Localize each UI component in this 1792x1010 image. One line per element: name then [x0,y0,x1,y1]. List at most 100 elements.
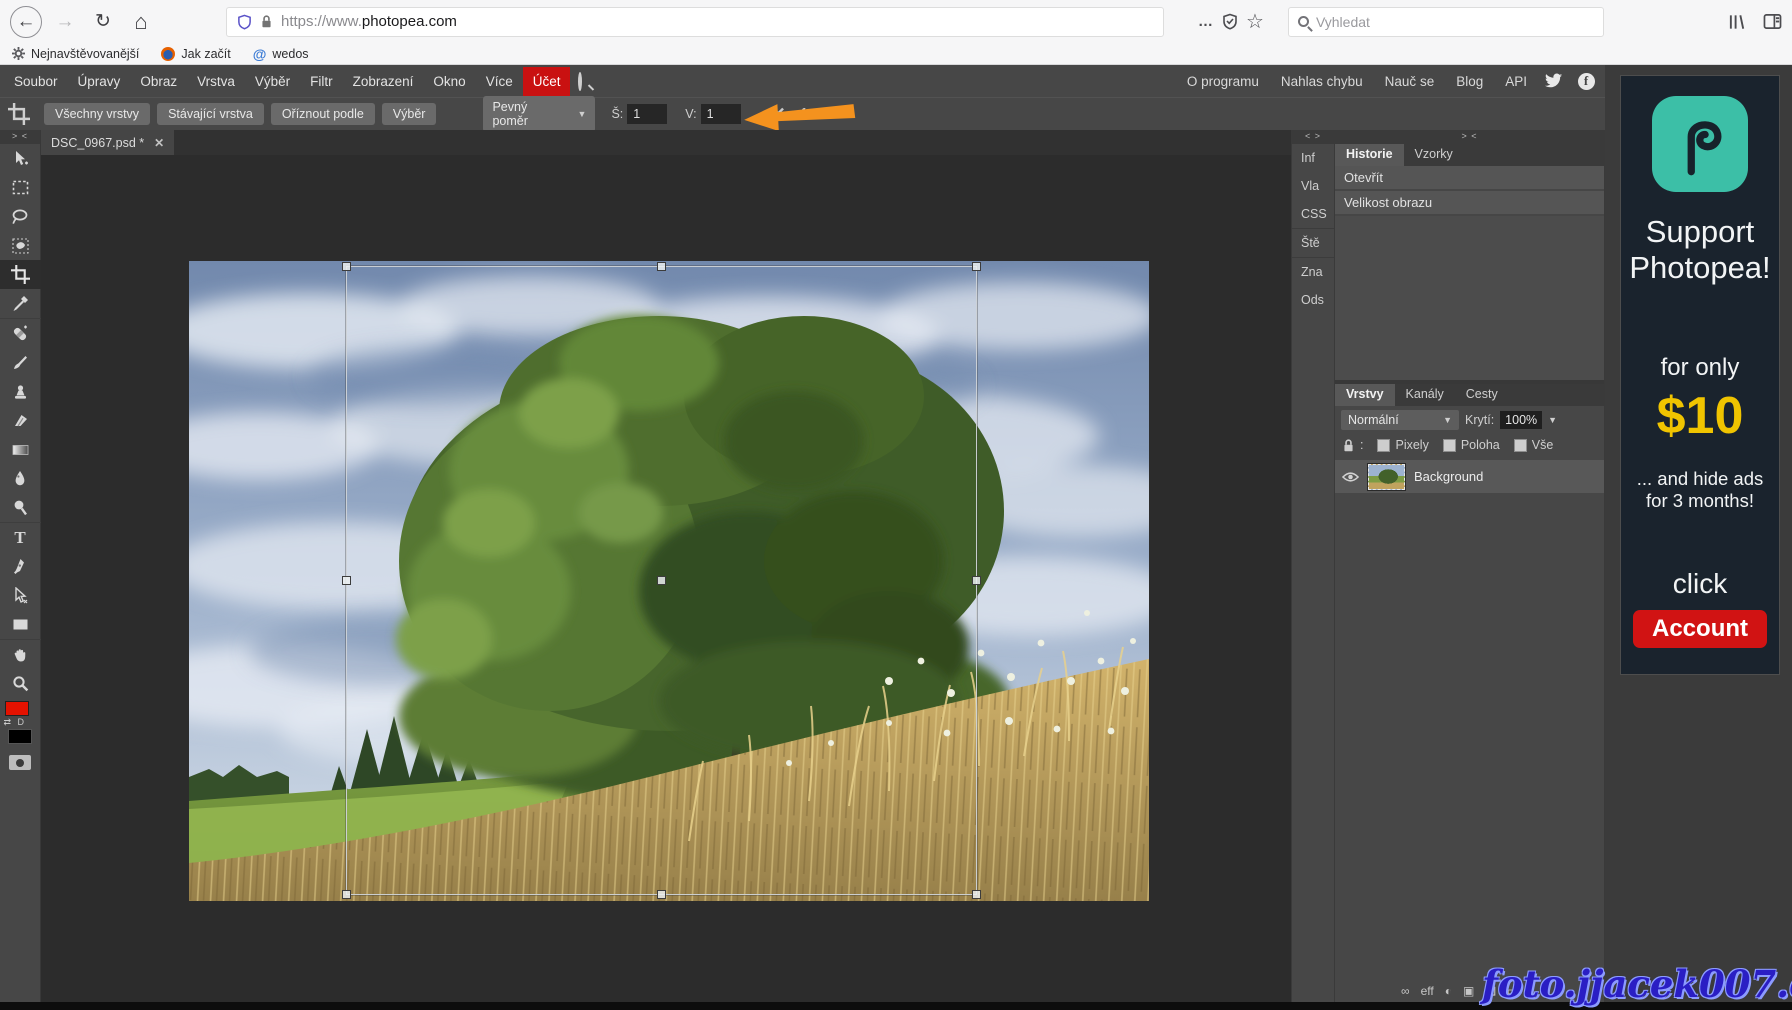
page-actions-icon[interactable]: … [1198,13,1214,30]
panel-tab-znaky[interactable]: Zna [1292,258,1334,286]
foreground-color-swatch[interactable] [5,701,29,716]
quick-mask-icon[interactable] [9,755,31,770]
toolbar-collapse[interactable]: > < [0,130,40,144]
marquee-tool[interactable] [0,173,41,202]
crop-by-button[interactable]: Oříznout podle [271,103,375,125]
hand-tool[interactable] [0,640,41,669]
blur-tool[interactable] [0,464,41,493]
menu-filtr[interactable]: Filtr [300,67,343,96]
crop-handle-nw[interactable] [342,262,351,271]
healing-brush-tool[interactable] [0,319,41,348]
forward-icon[interactable]: → [50,7,80,37]
crop-handle-e[interactable] [972,576,981,585]
bookmark-most-visited[interactable]: Nejnavštěvovanější [12,47,139,61]
address-bar[interactable]: https://www.photopea.com [226,7,1164,37]
eye-icon[interactable] [1342,471,1359,483]
close-icon[interactable]: ✕ [154,136,164,150]
back-icon[interactable]: ← [10,6,42,38]
menu-obraz[interactable]: Obraz [130,67,187,96]
direct-select-tool[interactable] [0,581,41,610]
shape-tool[interactable] [0,610,41,639]
panel-tab-info[interactable]: Inf [1292,144,1334,172]
bookmark-star-icon[interactable]: ☆ [1246,9,1264,34]
crop-handle-n[interactable] [657,262,666,271]
background-color-swatch[interactable] [8,729,32,744]
panel-tab-odstavec[interactable]: Ods [1292,286,1334,314]
pen-tool[interactable] [0,552,41,581]
selection-button[interactable]: Výběr [382,103,437,125]
eraser-tool[interactable] [0,406,41,435]
search-bar[interactable]: Vyhledat [1288,7,1604,37]
document-tab[interactable]: DSC_0967.psd * ✕ [41,130,174,155]
blend-mode-dropdown[interactable]: Normální ▼ [1341,410,1459,430]
opacity-input[interactable] [1500,411,1542,429]
sidebars-icon[interactable] [1763,13,1782,30]
clone-stamp-tool[interactable] [0,377,41,406]
lock-position-checkbox[interactable] [1443,439,1456,452]
crop-handle-ne[interactable] [972,262,981,271]
link-layers-icon[interactable]: ∞ [1401,984,1410,998]
tab-historie[interactable]: Historie [1335,144,1404,166]
menu-upravy[interactable]: Úpravy [68,67,131,96]
color-swatches[interactable]: ⇄ D [0,701,41,747]
crop-handle-w[interactable] [342,576,351,585]
gradient-tool[interactable] [0,435,41,464]
bookmark-wedos[interactable]: @ wedos [253,46,309,62]
history-step-image-size[interactable]: Velikost obrazu [1335,191,1604,216]
eyedropper-tool[interactable] [0,289,41,318]
menubar-search[interactable] [578,74,582,89]
crop-handle-s[interactable] [657,890,666,899]
home-icon[interactable]: ⌂ [126,7,156,37]
crop-handle-sw[interactable] [342,890,351,899]
type-tool[interactable]: T [0,523,41,552]
panel-tab-css[interactable]: CSS [1292,200,1334,229]
menu-blog[interactable]: Blog [1446,67,1493,96]
facebook-icon[interactable]: f [1577,72,1595,90]
protections-shield-icon[interactable] [1222,13,1238,30]
all-layers-button[interactable]: Všechny vrstvy [44,103,150,125]
dodge-tool[interactable] [0,493,41,522]
lock-pixels-checkbox[interactable] [1377,439,1390,452]
menu-vyber[interactable]: Výběr [245,67,300,96]
zoom-tool[interactable] [0,669,41,698]
layer-thumbnail[interactable] [1368,464,1405,490]
layer-effects-icon[interactable]: eff [1421,984,1434,998]
tab-kanaly[interactable]: Kanály [1395,384,1455,406]
menu-zobrazeni[interactable]: Zobrazení [343,67,424,96]
tab-vzorky[interactable]: Vzorky [1404,144,1464,166]
menu-vice[interactable]: Více [476,67,523,96]
opacity-caret-icon[interactable]: ▼ [1548,415,1557,425]
tracking-shield-icon[interactable] [237,14,252,30]
menu-okno[interactable]: Okno [423,67,475,96]
library-icon[interactable] [1728,13,1747,31]
move-tool[interactable] [0,144,41,173]
url-text[interactable]: https://www.photopea.com [281,13,457,30]
brush-tool[interactable] [0,348,41,377]
menu-ucet[interactable]: Účet [523,67,571,96]
lasso-tool[interactable] [0,202,41,231]
height-input[interactable] [701,104,741,124]
account-button[interactable]: Account [1633,610,1767,648]
tab-cesty[interactable]: Cesty [1455,384,1509,406]
tab-vrstvy[interactable]: Vrstvy [1335,384,1395,406]
current-layer-button[interactable]: Stávající vrstva [157,103,264,125]
crop-tool[interactable] [0,260,41,289]
width-input[interactable] [627,104,667,124]
twitter-icon[interactable] [1545,72,1563,90]
history-step-open[interactable]: Otevřít [1335,166,1604,191]
menu-vrstva[interactable]: Vrstva [187,67,245,96]
panel-tab-vlastnosti[interactable]: Vla [1292,172,1334,200]
menu-o-programu[interactable]: O programu [1177,67,1269,96]
canvas-area[interactable] [41,155,1291,1002]
bookmark-get-started[interactable]: Jak začít [161,47,230,61]
menu-nahlas-chybu[interactable]: Nahlas chybu [1271,67,1373,96]
strip-collapse[interactable]: < > [1292,130,1334,144]
layer-row-background[interactable]: Background [1335,460,1604,493]
adjustment-icon[interactable]: ◐ [1445,984,1452,998]
layer-mask-icon[interactable]: ▣ [1463,984,1474,998]
panel-tab-stetec[interactable]: Ště [1292,229,1334,258]
support-ad[interactable]: Support Photopea! for only $10 ... and h… [1620,75,1780,675]
menu-soubor[interactable]: Soubor [4,67,68,96]
menu-nauc-se[interactable]: Nauč se [1375,67,1445,96]
reload-icon[interactable]: ↻ [88,7,118,37]
